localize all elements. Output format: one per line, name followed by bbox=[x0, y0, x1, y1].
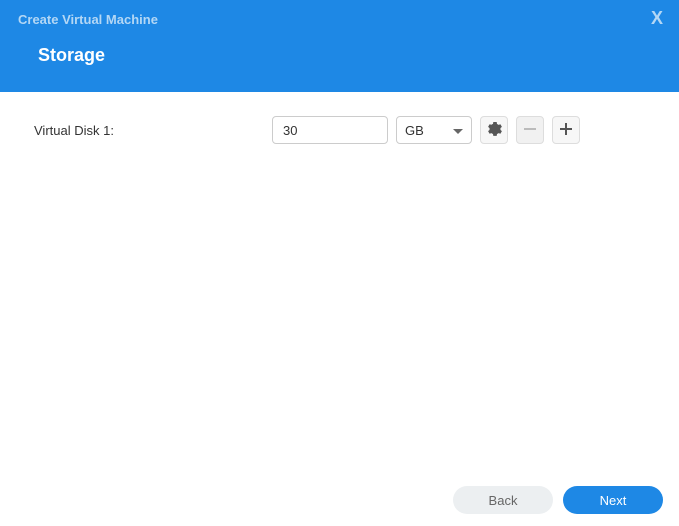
dialog-title: Create Virtual Machine bbox=[0, 0, 679, 27]
plus-icon bbox=[560, 123, 572, 138]
remove-disk-button[interactable] bbox=[516, 116, 544, 144]
dialog-header: Create Virtual Machine Storage X bbox=[0, 0, 679, 92]
add-disk-button[interactable] bbox=[552, 116, 580, 144]
caret-down-icon bbox=[453, 123, 463, 138]
page-title: Storage bbox=[0, 27, 679, 66]
disk-size-input[interactable] bbox=[272, 116, 388, 144]
dialog-footer: Back Next bbox=[0, 474, 679, 526]
gear-icon bbox=[486, 121, 502, 140]
close-button[interactable]: X bbox=[651, 8, 663, 29]
disk-unit-value: GB bbox=[405, 123, 424, 138]
disk-unit-select[interactable]: GB bbox=[396, 116, 472, 144]
close-icon: X bbox=[651, 8, 663, 28]
disk-settings-button[interactable] bbox=[480, 116, 508, 144]
virtual-disk-row: Virtual Disk 1: GB bbox=[34, 116, 645, 144]
minus-icon bbox=[524, 123, 536, 138]
back-button[interactable]: Back bbox=[453, 486, 553, 514]
content-area: Virtual Disk 1: GB bbox=[0, 92, 679, 168]
virtual-disk-label: Virtual Disk 1: bbox=[34, 123, 264, 138]
next-button[interactable]: Next bbox=[563, 486, 663, 514]
